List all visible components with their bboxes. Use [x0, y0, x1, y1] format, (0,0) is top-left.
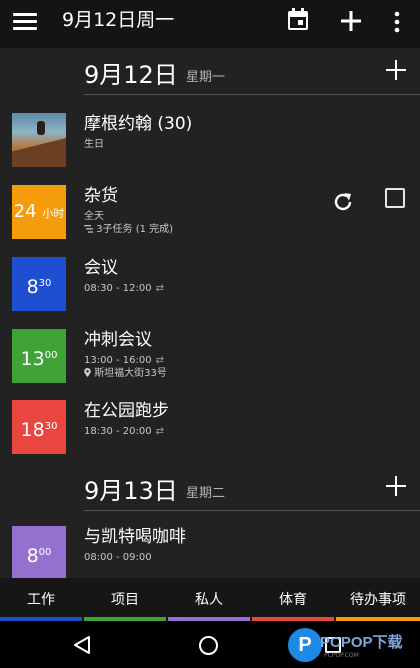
tab-private[interactable]: 私人 — [168, 578, 250, 621]
tile-minute: 00 — [38, 547, 52, 558]
tab-todo[interactable]: 待办事项 — [336, 578, 420, 621]
back-triangle-icon[interactable] — [73, 635, 91, 655]
day-date: 9月12日 — [84, 61, 178, 89]
location-pin-icon — [84, 368, 91, 377]
tile-minute: 00 — [44, 350, 58, 361]
tab-work[interactable]: 工作 — [0, 578, 82, 621]
event-time-tile: 24 小时 — [12, 185, 66, 239]
tile-unit: 小时 — [42, 207, 65, 220]
day-divider — [84, 510, 420, 511]
event-title: 杂货 — [84, 186, 118, 206]
tile-hour: 18 — [20, 419, 45, 441]
tab-sports[interactable]: 体育 — [252, 578, 334, 621]
tile-hours: 24 — [13, 201, 37, 222]
refresh-icon[interactable] — [331, 190, 355, 214]
event-time: 08:30 - 12:00 ⇄ — [84, 282, 164, 295]
event-time: 08:00 - 09:00 — [84, 552, 152, 563]
event-location: 斯坦福大街33号 — [84, 367, 167, 380]
agenda-list[interactable]: 9月12日 星期一 摩根约翰 (30) 生日 24 小时 杂货 全天 3子任务 … — [0, 48, 420, 578]
day-weekday: 星期一 — [186, 70, 226, 85]
app-bar-title[interactable]: 9月12日周一 — [62, 9, 174, 31]
event-time-text: 08:30 - 12:00 — [84, 283, 152, 294]
home-circle-icon[interactable] — [199, 636, 218, 655]
event-time-tile: 800 — [12, 526, 66, 578]
tab-label: 待办事项 — [350, 592, 406, 608]
watermark-logo: P — [288, 628, 322, 662]
event-row[interactable]: 800 与凯特喝咖啡 08:00 - 09:00 — [0, 526, 420, 578]
event-location-text: 斯坦福大街33号 — [94, 368, 167, 379]
event-time: 18:30 - 20:00 ⇄ — [84, 425, 164, 438]
top-app-bar: 9月12日周一 — [0, 0, 420, 48]
tab-label: 体育 — [279, 592, 307, 608]
event-row[interactable]: 1830 在公园跑步 18:30 - 20:00 ⇄ — [0, 400, 420, 458]
day-header: 9月13日 星期二 — [0, 464, 420, 514]
watermark-text: PCPOP下载 — [320, 634, 403, 651]
event-subtitle: 生日 — [84, 139, 104, 150]
add-event-day-icon[interactable] — [386, 476, 406, 496]
calendar-today-icon[interactable] — [287, 6, 309, 32]
day-date: 9月13日 — [84, 477, 178, 505]
repeat-icon: ⇄ — [155, 283, 164, 294]
day-weekday: 星期二 — [186, 486, 226, 501]
event-row[interactable]: 24 小时 杂货 全天 3子任务 (1 完成) — [0, 185, 420, 243]
tile-hour: 13 — [20, 348, 45, 370]
event-subtasks: 3子任务 (1 完成) — [84, 223, 173, 236]
tile-minute: 30 — [38, 278, 52, 289]
tab-label: 项目 — [111, 592, 139, 608]
event-time: 13:00 - 16:00 ⇄ — [84, 354, 164, 367]
tab-projects[interactable]: 项目 — [84, 578, 166, 621]
watermark-subtext: PCPOP.COM — [324, 652, 359, 659]
contact-photo — [12, 113, 66, 167]
event-title: 会议 — [84, 258, 118, 278]
event-title: 在公园跑步 — [84, 401, 169, 421]
event-time: 全天 — [84, 211, 104, 222]
event-time-text: 13:00 - 16:00 — [84, 355, 152, 366]
tile-hour: 8 — [26, 276, 39, 298]
tab-label: 工作 — [27, 592, 55, 608]
day-divider — [84, 94, 420, 95]
tile-minute: 30 — [44, 421, 58, 432]
event-row[interactable]: 摩根约翰 (30) 生日 — [0, 113, 420, 171]
subtask-list-icon — [84, 225, 93, 233]
event-time-tile: 1830 — [12, 400, 66, 454]
event-row[interactable]: 830 会议 08:30 - 12:00 ⇄ — [0, 257, 420, 315]
event-title: 摩根约翰 (30) — [84, 114, 193, 134]
calendar-tab-bar: 工作 项目 私人 体育 待办事项 — [0, 578, 420, 621]
hamburger-menu-icon[interactable] — [13, 12, 37, 32]
subtask-text: 3子任务 (1 完成) — [96, 224, 174, 235]
event-time-text: 18:30 - 20:00 — [84, 426, 152, 437]
task-checkbox[interactable] — [385, 188, 405, 208]
repeat-icon: ⇄ — [155, 355, 164, 366]
more-vertical-icon[interactable] — [393, 9, 401, 35]
repeat-icon: ⇄ — [155, 426, 164, 437]
event-title: 冲刺会议 — [84, 330, 152, 350]
tile-hour: 8 — [26, 545, 39, 567]
event-time-tile: 830 — [12, 257, 66, 311]
add-event-day-icon[interactable] — [386, 60, 406, 80]
plus-icon[interactable] — [340, 8, 362, 34]
event-row[interactable]: 1300 冲刺会议 13:00 - 16:00 ⇄ 斯坦福大街33号 — [0, 329, 420, 387]
event-time-tile: 1300 — [12, 329, 66, 383]
day-header: 9月12日 星期一 — [0, 48, 420, 98]
event-title: 与凯特喝咖啡 — [84, 527, 186, 547]
site-watermark: P PCPOP下载 PCPOP.COM — [288, 626, 418, 666]
tab-label: 私人 — [195, 592, 223, 608]
